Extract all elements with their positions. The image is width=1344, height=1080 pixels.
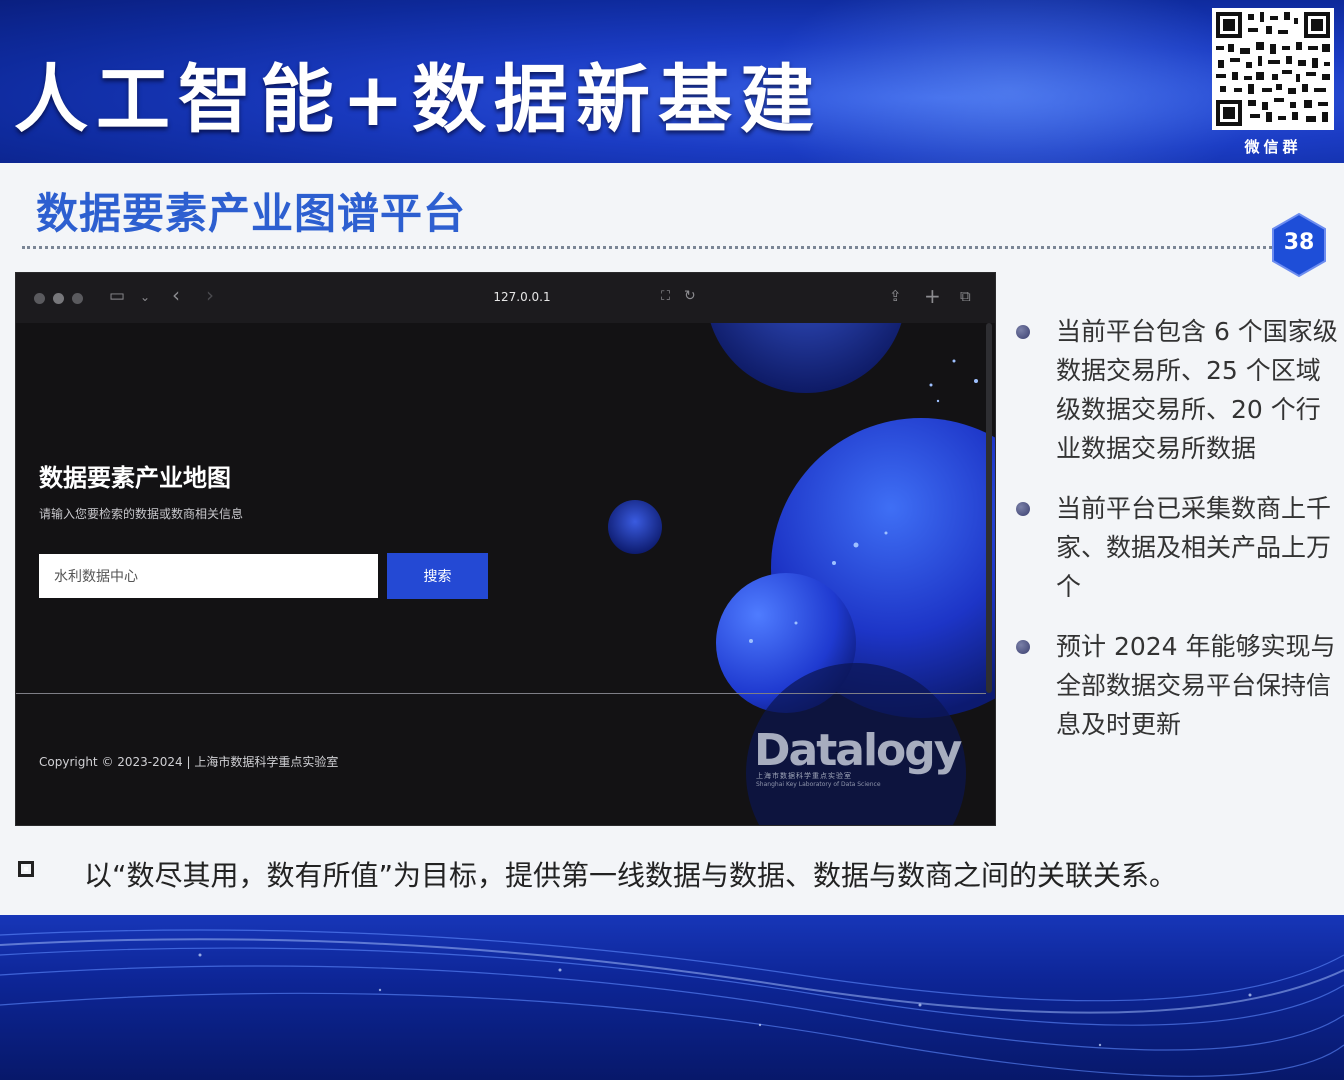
sidebar-toggle-icon[interactable]: ▭ (109, 286, 125, 306)
browser-toolbar: ▭ ⌄ ‹ › 127.0.0.1 ⛶ ↻ ⇪ + ⧉ (16, 273, 995, 323)
translate-icon[interactable]: ⛶ (661, 289, 670, 304)
search-input[interactable] (39, 554, 378, 598)
bottom-note: 以“数尽其用，数有所值”为目标，提供第一线数据与数据、数据与数商之间的关联关系。 (84, 859, 1178, 892)
datalogy-logo: Datalogy (754, 725, 962, 776)
header-banner: 人工智能+数据新基建 (0, 0, 1344, 163)
bullet-text: 当前平台包含 6 个国家级数据交易所、25 个区域级数据交易所、20 个行业数据… (1056, 317, 1338, 463)
bullet-text: 预计 2024 年能够实现与全部数据交易平台保持信息及时更新 (1056, 632, 1336, 739)
window-minimize-dot[interactable] (53, 293, 64, 304)
qr-label: 微信群 (1244, 138, 1302, 156)
browser-screenshot: ▭ ⌄ ‹ › 127.0.0.1 ⛶ ↻ ⇪ + ⧉ 数据要素产业地图 请输入… (15, 272, 996, 826)
logo-subtitle-cn: 上海市数据科学重点实验室 (756, 772, 852, 780)
back-icon[interactable]: ‹ (172, 283, 180, 307)
slide-header-title: 人工智能+数据新基建 (14, 57, 823, 143)
bullet-dot-icon (1016, 325, 1030, 339)
search-button[interactable]: 搜索 (387, 553, 488, 599)
bullet-dot-icon (1016, 640, 1030, 654)
window-zoom-dot[interactable] (72, 293, 83, 304)
wechat-qr-code (1212, 8, 1334, 130)
bullet-list: 当前平台包含 6 个国家级数据交易所、25 个区域级数据交易所、20 个行业数据… (1012, 312, 1338, 765)
slide-subtitle: 数据要素产业图谱平台 (36, 189, 467, 238)
bullet-item: 当前平台已采集数商上千家、数据及相关产品上万个 (1012, 489, 1338, 606)
footer-divider (16, 693, 986, 694)
page-number: 38 (1283, 230, 1315, 255)
square-bullet-icon (18, 861, 34, 877)
copyright-text: Copyright © 2023-2024 | 上海市数据科学重点实验室 (39, 755, 339, 769)
footer-waves (0, 929, 1344, 1077)
new-tab-icon[interactable]: + (924, 284, 941, 308)
banner-glow (760, 0, 1260, 163)
logo-subtitle-en: Shanghai Key Laboratory of Data Science (756, 781, 881, 788)
tab-overview-icon[interactable]: ⧉ (960, 287, 971, 305)
share-icon[interactable]: ⇪ (889, 287, 902, 305)
page-scrollbar[interactable] (986, 323, 992, 693)
chevron-down-icon[interactable]: ⌄ (140, 290, 150, 304)
forward-icon[interactable]: › (206, 283, 214, 307)
bullet-text: 当前平台已采集数商上千家、数据及相关产品上万个 (1056, 494, 1332, 601)
window-close-dot[interactable] (34, 293, 45, 304)
reload-icon[interactable]: ↻ (684, 288, 696, 304)
hero-title: 数据要素产业地图 (39, 464, 231, 492)
bullet-item: 当前平台包含 6 个国家级数据交易所、25 个区域级数据交易所、20 个行业数据… (1012, 312, 1338, 468)
footer-decoration (0, 915, 1344, 1080)
bullet-dot-icon (1016, 502, 1030, 516)
page-number-badge: 38 (1270, 212, 1328, 278)
dotted-divider (22, 246, 1277, 249)
hero-subtitle: 请输入您要检索的数据或数商相关信息 (39, 507, 244, 521)
bullet-item: 预计 2024 年能够实现与全部数据交易平台保持信息及时更新 (1012, 627, 1338, 744)
